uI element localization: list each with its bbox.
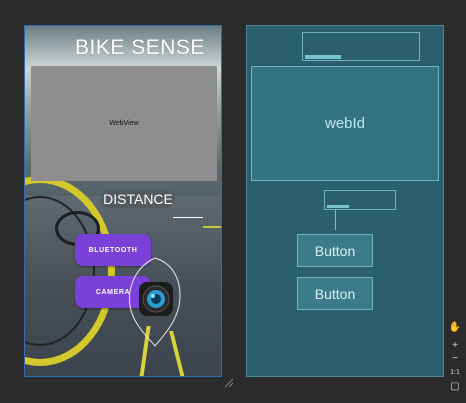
blueprint-webview[interactable]: webId	[251, 66, 439, 181]
zoom-in-icon[interactable]: +	[448, 340, 462, 352]
webview-preview[interactable]: WebView	[31, 66, 217, 181]
baseline-handle[interactable]	[327, 205, 349, 208]
road-marking	[203, 226, 221, 228]
distance-label[interactable]: DISTANCE	[101, 190, 175, 208]
blueprint-title-textview[interactable]	[302, 32, 420, 61]
pan-icon[interactable]: ✋	[448, 322, 462, 334]
blueprint-button-2[interactable]: Button	[297, 277, 373, 310]
actual-size-button[interactable]: 1:1	[448, 367, 462, 379]
blueprint-view[interactable]: webId Button Button	[246, 25, 444, 377]
zoom-to-fit-icon[interactable]: ▢	[448, 381, 462, 393]
distance-underline	[173, 217, 203, 218]
design-preview[interactable]: BIKE SENSE WebView DISTANCE BLUETOOTH CA…	[24, 25, 222, 377]
blueprint-button-1[interactable]: Button	[297, 234, 373, 267]
webview-label: WebView	[109, 120, 139, 127]
app-title[interactable]: BIKE SENSE	[75, 36, 221, 60]
zoom-out-icon[interactable]: −	[448, 353, 462, 365]
baseline-handle[interactable]	[305, 55, 341, 59]
camera-lens-icon[interactable]	[125, 256, 185, 348]
blueprint-distance-textview[interactable]	[324, 190, 396, 210]
resize-grip-icon[interactable]	[224, 378, 234, 388]
constraint-line	[335, 210, 336, 230]
